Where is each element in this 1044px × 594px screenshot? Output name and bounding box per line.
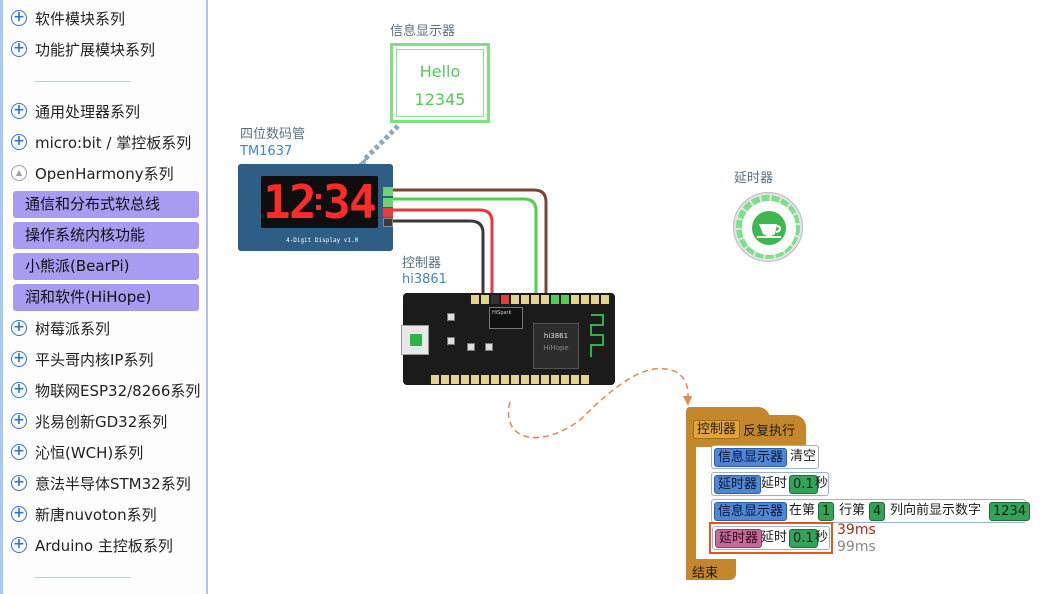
delay-statement[interactable]: 延时器 延时 0.1 秒 — [711, 472, 829, 496]
tea-cup-icon — [752, 211, 786, 245]
info-display-title: 信息显示器 — [390, 24, 456, 39]
timer-device[interactable] — [733, 192, 803, 262]
info-display-line2: 12345 — [414, 90, 466, 109]
info-display-tag[interactable]: 信息显示器 — [714, 448, 788, 467]
timer-tag[interactable]: 延时器 — [715, 529, 763, 548]
seg-display-caption: 4-Digit Display v1.0 — [286, 237, 359, 244]
timing-readout-current: 39ms — [837, 522, 876, 538]
clear-action-label: 清空 — [790, 449, 817, 464]
col-input[interactable]: 4 — [869, 502, 886, 521]
seg-pin-gnd[interactable] — [383, 218, 393, 227]
controller-title: 控制器 — [402, 256, 442, 271]
end-label: 结束 — [692, 566, 719, 581]
seg-colon — [316, 190, 322, 214]
board-pad — [485, 343, 493, 351]
info-display-line1: Hello — [419, 62, 461, 81]
delay-value-input[interactable]: 0.1 — [789, 475, 818, 494]
antenna-icon — [590, 314, 604, 357]
show-number-statement[interactable]: 信息显示器 在第 1 行第 4 列向前显示数字 1234 — [711, 499, 1031, 523]
seg-pin-clk[interactable] — [383, 187, 393, 196]
seg-display-title: 四位数码管 — [240, 127, 306, 142]
controller-board[interactable]: HiSpark hi3861 HiHope — [401, 293, 615, 385]
board-header-bottom — [431, 375, 589, 384]
timer-tag[interactable]: 延时器 — [714, 475, 762, 494]
controller-tag[interactable]: 控制器 — [693, 420, 741, 439]
link-arrow-icon — [683, 396, 692, 406]
board-pad — [447, 313, 455, 321]
delay-statement-active[interactable]: 延时器 延时 0.1 秒 — [712, 526, 830, 550]
board-pad — [447, 337, 455, 345]
seg-digit-1: 1 — [263, 175, 291, 229]
seg-display-window: 1 2 3 4 — [261, 176, 378, 228]
delay-unit-label: 秒 — [815, 530, 829, 545]
number-value-input[interactable]: 1234 — [989, 502, 1031, 521]
info-display-tag[interactable]: 信息显示器 — [714, 502, 788, 521]
info-display-screen: Hello 12345 — [396, 49, 484, 117]
row-input[interactable]: 1 — [818, 502, 835, 521]
clear-display-statement[interactable]: 信息显示器 清空 — [711, 445, 819, 469]
seg-pin-dio[interactable] — [383, 198, 393, 207]
connector-line — [362, 124, 400, 162]
delay-action-label: 延时 — [761, 530, 788, 545]
board-pad — [467, 343, 475, 351]
seg-digit-4: 4 — [349, 175, 377, 229]
seg-digit-3: 3 — [323, 175, 351, 229]
loop-block-arm — [686, 443, 696, 569]
info-display-device[interactable]: Hello 12345 — [390, 43, 490, 123]
usb-port-icon — [401, 325, 429, 355]
timing-readout-previous: 99ms — [837, 539, 876, 555]
row-prefix-label: 在第 — [789, 503, 816, 518]
seg-display-device[interactable]: 1 2 3 4 4-Digit Display v1.0 — [238, 164, 393, 251]
timer-title: 延时器 — [734, 171, 774, 186]
seg-pin-vcc[interactable] — [383, 208, 393, 217]
col-prefix-label: 行第 — [839, 503, 866, 518]
board-header-top — [471, 295, 609, 304]
delay-action-label: 延时 — [761, 476, 788, 491]
hi3861-chip: hi3861 HiHope — [533, 323, 579, 369]
seg-digit-2: 2 — [289, 175, 317, 229]
hispark-module: HiSpark — [489, 307, 523, 329]
delay-value-input[interactable]: 0.1 — [789, 529, 818, 548]
seg-display-model: TM1637 — [240, 144, 293, 159]
show-number-label: 列向前显示数字 — [890, 503, 982, 518]
loop-label: 反复执行 — [743, 424, 796, 439]
controller-model: hi3861 — [402, 272, 447, 287]
delay-unit-label: 秒 — [815, 476, 829, 491]
